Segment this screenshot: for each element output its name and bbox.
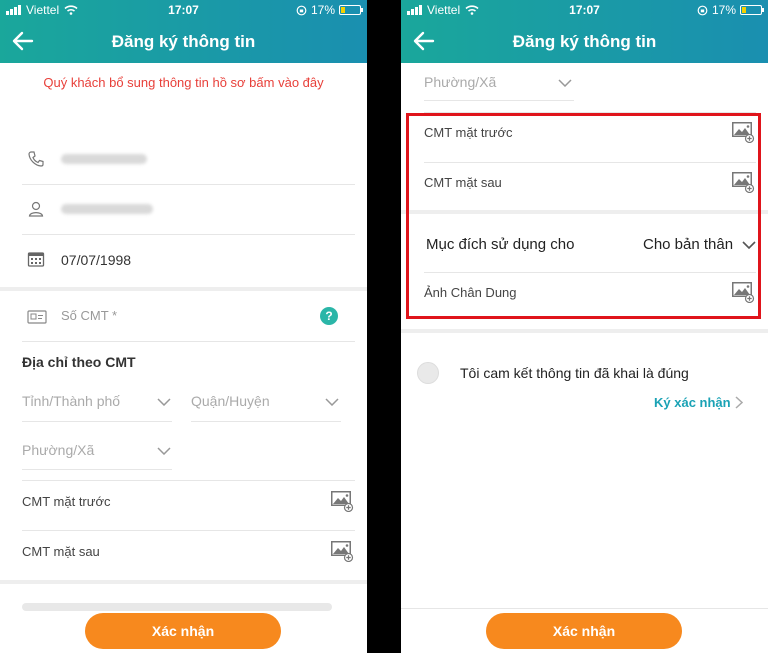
chevron-right-icon[interactable] [735,396,743,409]
status-bar: Viettel 17:07 17% [0,0,367,20]
purpose-label: Mục đích sử dụng cho [426,236,575,253]
confirm-button[interactable]: Xác nhận [486,613,682,649]
rotation-lock-icon [697,5,708,15]
divider [424,272,756,273]
profile-notice-link[interactable]: Quý khách bổ sung thông tin hồ sơ bấm và… [0,75,367,90]
rotation-lock-icon [296,5,307,15]
commit-radio[interactable] [417,362,439,384]
obscured-row [22,603,332,611]
divider [22,530,355,531]
id-front-label: CMT mặt trước [22,494,111,509]
divider [22,469,172,470]
portrait-label: Ảnh Chân Dung [424,285,517,300]
calendar-icon [27,252,45,267]
id-back-label: CMT mặt sau [424,175,502,190]
id-card-icon [27,310,47,324]
id-back-label: CMT mặt sau [22,544,100,559]
province-select[interactable]: Tỉnh/Thành phố [22,393,120,409]
address-section-title: Địa chỉ theo CMT [22,354,136,370]
add-photo-icon[interactable] [731,281,755,303]
confirm-button[interactable]: Xác nhận [85,613,281,649]
page-title: Đăng ký thông tin [512,32,657,51]
phone-number-value [61,154,147,164]
section-separator [401,210,768,214]
section-separator [0,287,367,291]
nav-bar: Đăng ký thông tin [401,20,768,63]
add-photo-icon[interactable] [731,121,755,143]
chevron-down-icon[interactable] [157,398,171,406]
id-front-label: CMT mặt trước [424,125,513,140]
commit-text: Tôi cam kết thông tin đã khai là đúng [460,365,689,381]
chevron-down-icon[interactable] [325,398,339,406]
divider [401,608,768,609]
divider [22,184,355,185]
left-phone-screen: Viettel 17:07 17% Đăng ký thông tin Quý … [0,0,367,653]
help-icon[interactable]: ? [320,307,338,325]
add-photo-icon[interactable] [330,490,354,512]
page-title: Đăng ký thông tin [111,32,256,51]
chevron-down-icon[interactable] [157,447,171,455]
form-content: Quý khách bổ sung thông tin hồ sơ bấm và… [0,63,367,653]
section-separator [0,580,367,584]
battery-percent: 17% [310,3,335,17]
ward-select[interactable]: Phường/Xã [424,74,496,90]
nav-bar: Đăng ký thông tin [0,20,367,63]
divider [424,100,574,101]
divider [191,421,341,422]
chevron-down-icon[interactable] [742,241,756,249]
add-photo-icon[interactable] [731,171,755,193]
status-bar: Viettel 17:07 17% [401,0,768,20]
right-phone-screen: Viettel 17:07 17% Đăng ký thông tin Phườ… [401,0,768,653]
battery-icon [339,5,363,15]
birthdate-value[interactable]: 07/07/1998 [61,252,131,268]
sign-confirm-link[interactable]: Ký xác nhận [654,395,731,410]
ward-select[interactable]: Phường/Xã [22,442,94,458]
id-number-input[interactable]: Số CMT * [61,308,117,323]
divider [424,162,756,163]
district-select[interactable]: Quận/Huyện [191,393,270,409]
divider [22,341,355,342]
phone-icon [28,151,44,167]
battery-icon [740,5,764,15]
chevron-down-icon[interactable] [558,79,572,87]
user-icon [28,201,44,217]
divider [424,112,756,113]
form-content: Phường/Xã CMT mặt trước CMT mặt sau Mục … [401,63,768,653]
add-photo-icon[interactable] [330,540,354,562]
section-separator [401,329,768,333]
battery-percent: 17% [711,3,736,17]
divider [22,234,355,235]
divider [22,421,172,422]
divider [22,480,355,481]
full-name-value [61,204,153,214]
purpose-select[interactable]: Cho bản thân [643,236,733,253]
